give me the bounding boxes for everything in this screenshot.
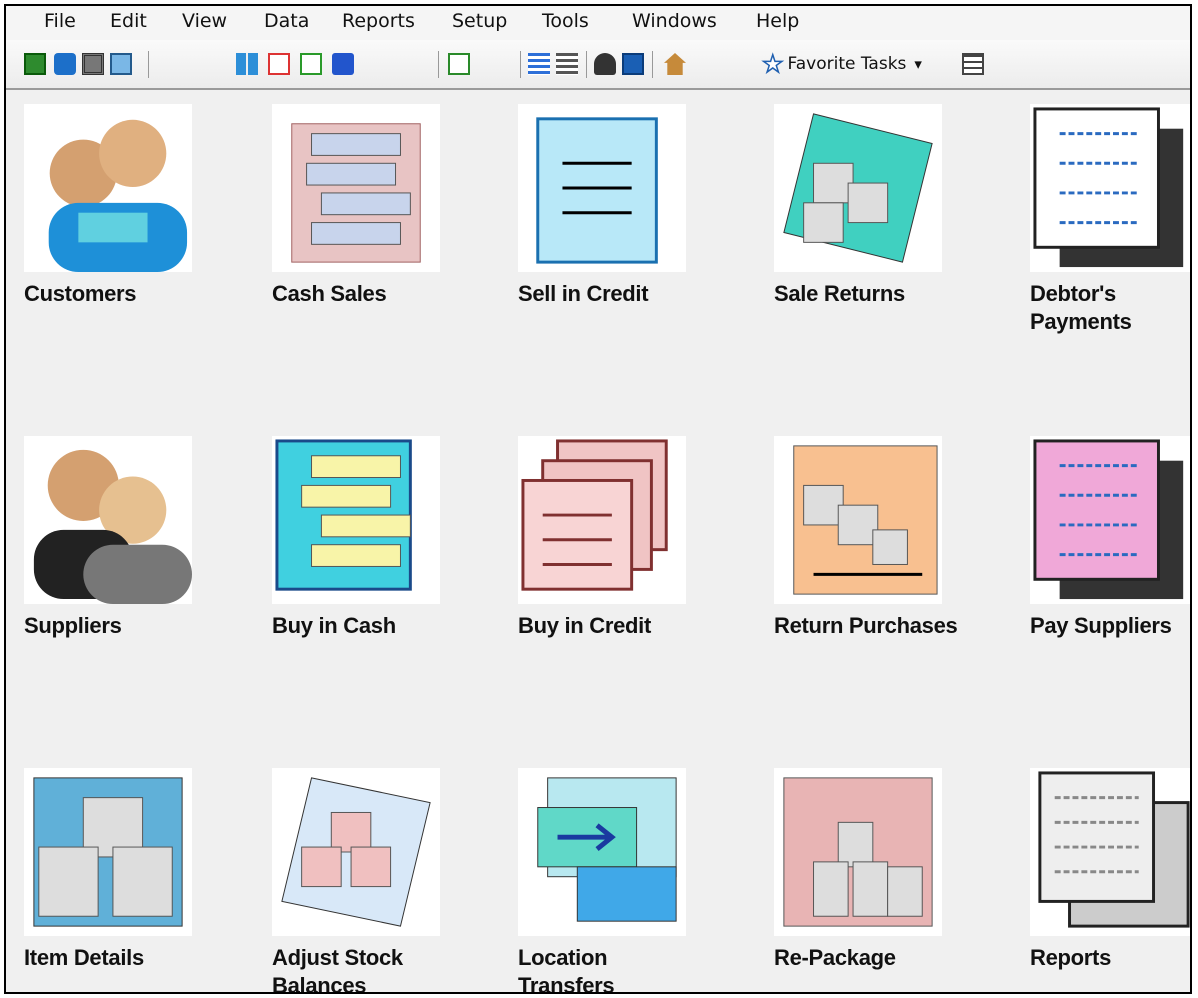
list-icon[interactable] xyxy=(556,53,578,75)
task-label[interactable]: Suppliers xyxy=(24,612,214,640)
calendar-icon[interactable] xyxy=(622,53,644,75)
debtors-payments-icon[interactable] xyxy=(1030,104,1190,272)
toolbar-separator xyxy=(520,51,521,78)
menu-edit[interactable]: Edit xyxy=(110,10,147,32)
toolbar: ★ Favorite Tasks ▾ xyxy=(6,40,1190,90)
list-blue-icon[interactable] xyxy=(528,53,550,75)
reports-icon[interactable] xyxy=(1030,768,1190,936)
task-label[interactable]: Sale Returns xyxy=(774,280,964,308)
task-label[interactable]: Re-Package xyxy=(774,944,964,972)
grid-icon[interactable] xyxy=(24,53,46,75)
columns-icon[interactable] xyxy=(236,53,258,75)
task-label[interactable]: Pay Suppliers xyxy=(1030,612,1190,640)
sale-returns-icon[interactable] xyxy=(774,104,942,272)
menu-file[interactable]: File xyxy=(44,10,76,32)
task-label[interactable]: Location Transfers xyxy=(518,944,708,992)
sell-in-credit-icon[interactable] xyxy=(518,104,686,272)
task-label[interactable]: Buy in Credit xyxy=(518,612,708,640)
users-icon[interactable] xyxy=(594,53,616,75)
task-label[interactable]: Sell in Credit xyxy=(518,280,708,308)
form-green-icon[interactable] xyxy=(300,53,322,75)
menu-windows[interactable]: Windows xyxy=(632,10,717,32)
location-transfers-icon[interactable] xyxy=(518,768,686,936)
task-label[interactable]: Debtor's Payments xyxy=(1030,280,1190,336)
menu-reports[interactable]: Reports xyxy=(342,10,415,32)
menu-tools[interactable]: Tools xyxy=(542,10,589,32)
toolbar-separator xyxy=(652,51,653,78)
re-package-icon[interactable] xyxy=(774,768,942,936)
task-label[interactable]: Item Details xyxy=(24,944,214,972)
binoculars-icon[interactable] xyxy=(82,53,104,75)
app-window: File Edit View Data Reports Setup Tools … xyxy=(4,4,1192,994)
menu-view[interactable]: View xyxy=(182,10,227,32)
menu-data[interactable]: Data xyxy=(264,10,309,32)
menu-bar: File Edit View Data Reports Setup Tools … xyxy=(6,6,1190,40)
task-label[interactable]: Customers xyxy=(24,280,214,308)
user-card-icon[interactable] xyxy=(54,53,76,75)
suppliers-icon[interactable] xyxy=(24,436,192,604)
buy-in-cash-icon[interactable] xyxy=(272,436,440,604)
task-label[interactable]: Buy in Cash xyxy=(272,612,462,640)
return-purchases-icon[interactable] xyxy=(774,436,942,604)
exit-icon[interactable] xyxy=(962,53,984,75)
menu-help[interactable]: Help xyxy=(756,10,799,32)
task-label[interactable]: Return Purchases xyxy=(774,612,964,640)
task-label[interactable]: Adjust Stock Balances xyxy=(272,944,462,992)
toolbar-separator xyxy=(438,51,439,78)
toolbar-separator xyxy=(586,51,587,78)
window-icon[interactable] xyxy=(332,53,354,75)
item-details-icon[interactable] xyxy=(24,768,192,936)
pay-suppliers-icon[interactable] xyxy=(1030,436,1190,604)
task-label[interactable]: Cash Sales xyxy=(272,280,462,308)
buy-in-credit-icon[interactable] xyxy=(518,436,686,604)
menu-setup[interactable]: Setup xyxy=(452,10,507,32)
form-red-icon[interactable] xyxy=(268,53,290,75)
home-icon[interactable] xyxy=(664,53,686,75)
adjust-stock-icon[interactable] xyxy=(272,768,440,936)
cash-sales-icon[interactable] xyxy=(272,104,440,272)
toolbar-separator xyxy=(148,51,149,78)
task-label[interactable]: Reports xyxy=(1030,944,1190,972)
favorite-tasks-label: Favorite Tasks xyxy=(787,54,907,74)
customers-icon[interactable] xyxy=(24,104,192,272)
star-icon: ★ xyxy=(761,49,784,79)
picture-icon[interactable] xyxy=(110,53,132,75)
spreadsheet-icon[interactable] xyxy=(448,53,470,75)
favorite-tasks-button[interactable]: ★ Favorite Tasks ▾ xyxy=(761,49,922,79)
chevron-down-icon: ▾ xyxy=(914,55,922,73)
